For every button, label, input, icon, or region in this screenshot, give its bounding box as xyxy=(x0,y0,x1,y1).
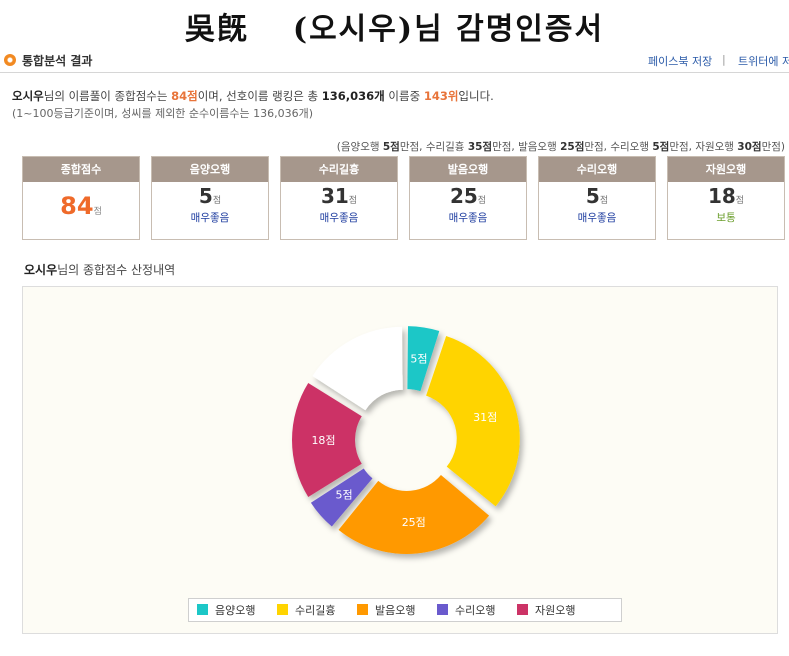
score-number: 18 xyxy=(707,184,736,208)
legend-item: 수리길흉 xyxy=(277,602,335,618)
summary-total-names: 136,036개 xyxy=(321,89,385,103)
max-score-suffix: 만점, xyxy=(669,141,696,153)
score-unit: 점 xyxy=(93,207,102,217)
legend-swatch xyxy=(357,604,368,615)
score-card-value: 18점 xyxy=(668,185,784,212)
chart-legend: 음양오행 수리길흉 발음오행 수리오행 자원오행 xyxy=(188,598,622,622)
score-card-suri-ohaeng: 수리오행 5점 매우좋음 xyxy=(538,156,656,240)
score-number: 25 xyxy=(449,184,478,208)
score-unit: 점 xyxy=(348,196,358,206)
score-number: 84 xyxy=(60,192,94,220)
donut-slice-label: 25점 xyxy=(402,516,426,529)
score-card-total: 종합점수 84점 xyxy=(22,156,140,240)
summary-rank: 143위 xyxy=(423,89,459,103)
legend-label: 수리오행 xyxy=(455,604,496,617)
score-number: 31 xyxy=(320,184,349,208)
score-card-jawon: 자원오행 18점 보통 xyxy=(667,156,785,240)
score-card-value: 31점 xyxy=(281,185,397,212)
score-card-label: 수리길흉 xyxy=(281,157,397,182)
score-donut-chart: 5점 31점 25점 5점 18점 xyxy=(292,326,520,554)
max-score-value: 25점 xyxy=(560,141,585,153)
summary-total-score: 84점 xyxy=(171,89,198,103)
score-card-grade: 보통 xyxy=(716,212,736,224)
link-separator: | xyxy=(722,53,726,66)
score-card-label: 종합점수 xyxy=(23,157,139,182)
max-score-value: 35점 xyxy=(467,141,493,153)
score-card-label: 수리오행 xyxy=(539,157,655,182)
score-number: 5 xyxy=(198,184,213,208)
score-card-suri-gilhyung: 수리길흉 31점 매우좋음 xyxy=(280,156,398,240)
score-card-grade: 매우좋음 xyxy=(190,212,230,224)
certificate-heading: (오시우)님 감명인증서 xyxy=(292,12,605,47)
legend-swatch xyxy=(197,604,208,615)
chart-panel: 5점 31점 25점 5점 18점 음양오행 수리길흉 발음오행 수리오행 자원오행 xyxy=(22,286,778,634)
max-score-label: 음양오행 xyxy=(340,141,383,153)
section-header: 통합분석 결과 페이스북 저장 | 트위터에 저장 xyxy=(0,50,789,73)
breakdown-name: 오시우 xyxy=(24,263,58,277)
legend-swatch xyxy=(277,604,288,615)
score-card-bareum: 발음오행 25점 매우좋음 xyxy=(409,156,527,240)
summary-text-part: 님의 이름풀이 종합점수는 xyxy=(43,89,172,103)
score-card-grade: 매우좋음 xyxy=(577,212,617,224)
max-score-value: 5점 xyxy=(652,141,670,153)
max-score-label: 수리오행 xyxy=(610,141,653,153)
max-score-suffix: 만점, xyxy=(492,141,519,153)
legend-label: 자원오행 xyxy=(535,604,576,617)
donut-slice-label: 31점 xyxy=(473,411,497,424)
max-score-suffix: 만점, xyxy=(584,141,611,153)
score-card-label: 자원오행 xyxy=(668,157,784,182)
score-unit: 점 xyxy=(735,196,745,206)
score-unit: 점 xyxy=(599,196,609,206)
score-card-label: 발음오행 xyxy=(410,157,526,182)
hanja-name: 吳旣 xyxy=(184,12,249,47)
section-title: 통합분석 결과 xyxy=(22,54,93,68)
score-unit: 점 xyxy=(212,196,222,206)
score-card-eumyang: 음양오행 5점 매우좋음 xyxy=(151,156,269,240)
summary-text: 오시우님의 이름풀이 종합점수는 84점이며, 선호이름 랭킹은 총 136,0… xyxy=(12,88,494,104)
legend-item: 발음오행 xyxy=(357,602,415,618)
breakdown-title: 오시우님의 종합점수 산정내역 xyxy=(24,261,175,278)
score-card-grade: 매우좋음 xyxy=(319,212,359,224)
legend-item: 수리오행 xyxy=(437,602,495,618)
score-unit: 점 xyxy=(477,196,487,206)
score-card-grade: 매우좋음 xyxy=(448,212,488,224)
legend-item: 자원오행 xyxy=(517,602,575,618)
max-score-label: 발음오행 xyxy=(518,141,561,153)
max-score-suffix: 만점, xyxy=(399,141,426,153)
score-number: 5 xyxy=(585,184,600,208)
legend-label: 발음오행 xyxy=(375,604,416,617)
max-score-suffix: 만점) xyxy=(761,141,785,153)
max-score-line: (음양오행 5점만점, 수리길흉 35점만점, 발음오행 25점만점, 수리오행… xyxy=(337,139,785,154)
score-card-value: 84점 xyxy=(23,192,139,223)
legend-label: 음양오행 xyxy=(215,604,256,617)
certificate-title: 吳旣 (오시우)님 감명인증서 xyxy=(0,4,789,48)
summary-text-part: 입니다. xyxy=(458,89,494,103)
score-card-value: 5점 xyxy=(539,185,655,212)
legend-swatch xyxy=(437,604,448,615)
summary-text-part: 이름중 xyxy=(384,89,424,103)
donut-slice-label: 5점 xyxy=(410,353,427,366)
legend-label: 수리길흉 xyxy=(295,604,336,617)
legend-item: 음양오행 xyxy=(197,602,255,618)
breakdown-suffix: 님의 종합점수 산정내역 xyxy=(57,263,176,277)
max-score-value: 5점 xyxy=(382,141,400,153)
orange-bullet-icon xyxy=(4,54,16,66)
donut-slice-label: 18점 xyxy=(311,434,335,447)
summary-name: 오시우 xyxy=(12,89,44,103)
score-card-value: 5점 xyxy=(152,185,268,212)
score-card-value: 25점 xyxy=(410,185,526,212)
max-score-value: 30점 xyxy=(737,141,762,153)
max-score-label: 자원오행 xyxy=(695,141,738,153)
max-score-label: 수리길흉 xyxy=(425,141,468,153)
legend-swatch xyxy=(517,604,528,615)
facebook-save-link[interactable]: 페이스북 저장 xyxy=(648,53,712,69)
twitter-save-link[interactable]: 트위터에 저장 xyxy=(738,53,789,69)
donut-slice-label: 5점 xyxy=(336,489,353,502)
summary-text-part: 이며, 선호이름 랭킹은 총 xyxy=(197,89,322,103)
summary-note: (1~100등급기준이며, 성씨를 제외한 순수이름수는 136,036개) xyxy=(12,107,314,120)
score-card-label: 음양오행 xyxy=(152,157,268,182)
